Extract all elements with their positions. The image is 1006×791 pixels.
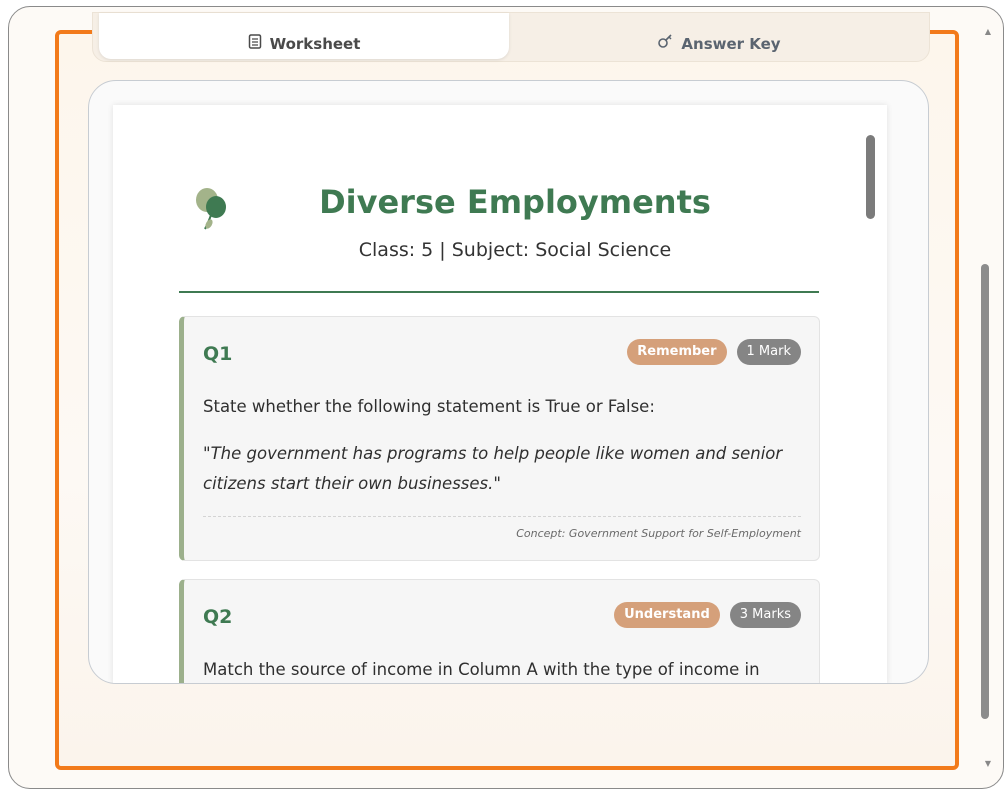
page-scrollbar-thumb[interactable] <box>981 264 989 719</box>
key-icon <box>657 34 673 53</box>
worksheet-page: Diverse Employments Class: 5 | Subject: … <box>113 105 887 683</box>
worksheet-subtitle: Class: 5 | Subject: Social Science <box>358 239 672 261</box>
document-icon <box>248 34 262 53</box>
question-badges: Understand 3 Marks <box>614 602 801 628</box>
question-text: Match the source of income in Column A w… <box>203 660 760 679</box>
tab-worksheet-label: Worksheet <box>269 35 361 53</box>
question-number: Q1 <box>203 343 233 365</box>
bloom-level-badge: Remember <box>627 339 727 365</box>
tab-answer-key[interactable]: Answer Key <box>513 13 925 59</box>
app-frame: Worksheet Answer Key Diverse Employments… <box>55 12 959 770</box>
marks-badge: 3 Marks <box>729 602 801 628</box>
header-divider <box>179 291 819 293</box>
marks-badge: 1 Mark <box>736 339 801 365</box>
question-badges: Remember 1 Mark <box>627 339 801 365</box>
browser-window: ▲ ▼ Worksheet Answer Key Diverse Employm… <box>8 6 1004 789</box>
tab-answer-key-label: Answer Key <box>681 35 781 53</box>
bloom-level-badge: Understand <box>614 602 720 628</box>
concept-divider <box>203 516 801 517</box>
view-tabs: Worksheet Answer Key <box>92 12 930 62</box>
worksheet-scrollbar-thumb[interactable] <box>866 135 875 219</box>
scroll-up-arrow-icon[interactable]: ▲ <box>985 27 991 36</box>
concept-label: Concept: Government Support for Self-Emp… <box>516 527 801 540</box>
question-number: Q2 <box>203 606 233 628</box>
tab-worksheet[interactable]: Worksheet <box>99 13 509 59</box>
worksheet-title: Diverse Employments <box>319 183 711 221</box>
scroll-down-arrow-icon[interactable]: ▼ <box>985 759 991 768</box>
question-card: Q1 Remember 1 Mark State whether the fol… <box>179 316 820 561</box>
worksheet-viewer: Diverse Employments Class: 5 | Subject: … <box>88 80 929 684</box>
question-statement: "The government has programs to help peo… <box>203 444 783 493</box>
question-card: Q2 Understand 3 Marks Match the source o… <box>179 579 820 683</box>
question-text: State whether the following statement is… <box>203 397 655 416</box>
